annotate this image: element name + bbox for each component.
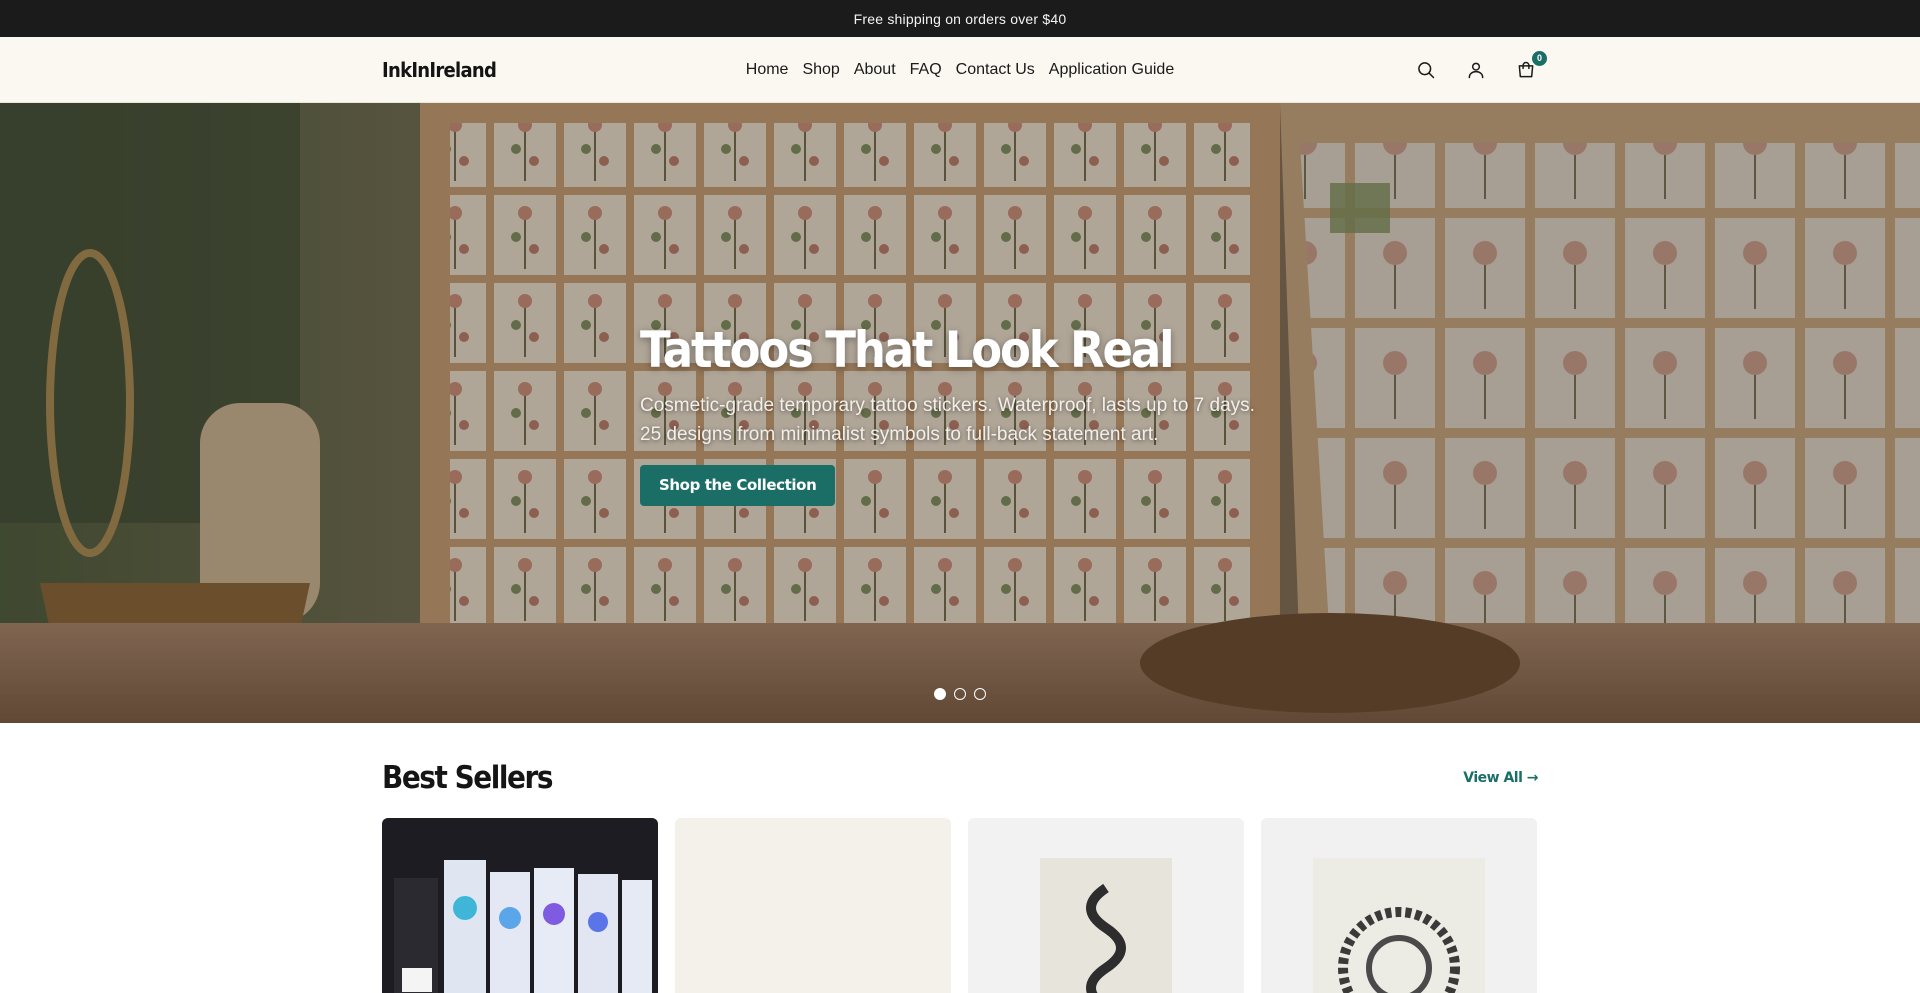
view-all-link[interactable]: View All → bbox=[1463, 770, 1538, 786]
nav-faq[interactable]: FAQ bbox=[910, 61, 942, 79]
product-card[interactable] bbox=[675, 818, 951, 993]
site-logo[interactable]: InkInIreland bbox=[382, 58, 497, 82]
shop-collection-button[interactable]: Shop the Collection bbox=[640, 465, 836, 506]
product-image bbox=[1261, 818, 1537, 993]
site-header: InkInIreland Home Shop About FAQ Contact… bbox=[0, 37, 1920, 103]
slide-dot-2[interactable] bbox=[954, 688, 966, 700]
main-nav: Home Shop About FAQ Contact Us Applicati… bbox=[746, 61, 1174, 79]
slideshow-dots bbox=[934, 688, 986, 700]
product-image bbox=[382, 818, 658, 993]
cart-icon[interactable]: 0 bbox=[1514, 50, 1547, 82]
nav-contact-us[interactable]: Contact Us bbox=[956, 61, 1035, 79]
nav-shop[interactable]: Shop bbox=[802, 61, 839, 79]
slide-dot-3[interactable] bbox=[974, 688, 986, 700]
cart-count-badge: 0 bbox=[1532, 50, 1547, 66]
product-card[interactable] bbox=[1261, 818, 1537, 993]
product-card[interactable] bbox=[968, 818, 1244, 993]
hero-subtitle: Cosmetic-grade temporary tattoo stickers… bbox=[640, 391, 1255, 449]
hero-subtitle-line-1: Cosmetic-grade temporary tattoo stickers… bbox=[640, 395, 1255, 416]
search-icon[interactable] bbox=[1414, 58, 1438, 82]
hero-subtitle-line-2: 25 designs from minimalist symbols to fu… bbox=[640, 424, 1159, 445]
hero-content: Tattoos That Look Real Cosmetic-grade te… bbox=[640, 321, 1255, 506]
product-card[interactable] bbox=[382, 818, 658, 993]
hero-slideshow: Tattoos That Look Real Cosmetic-grade te… bbox=[0, 103, 1920, 723]
product-image bbox=[968, 818, 1244, 993]
account-icon[interactable] bbox=[1464, 58, 1488, 82]
nav-home[interactable]: Home bbox=[746, 61, 789, 79]
nav-application-guide[interactable]: Application Guide bbox=[1049, 61, 1174, 79]
nav-about[interactable]: About bbox=[854, 61, 896, 79]
announcement-bar: Free shipping on orders over $40 bbox=[0, 0, 1920, 37]
section-title: Best Sellers bbox=[382, 760, 553, 796]
slide-dot-1[interactable] bbox=[934, 688, 946, 700]
product-grid bbox=[382, 818, 1538, 993]
hero-title: Tattoos That Look Real bbox=[640, 321, 1175, 379]
best-sellers-section: Best Sellers View All → bbox=[382, 723, 1538, 993]
announcement-text: Free shipping on orders over $40 bbox=[853, 10, 1067, 27]
